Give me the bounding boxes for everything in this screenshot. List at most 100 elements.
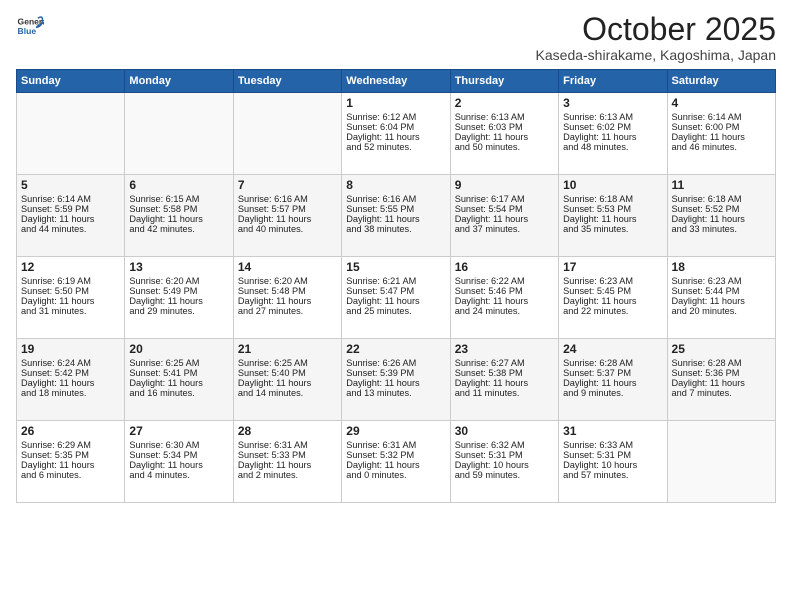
day-number: 7 [238, 178, 337, 192]
day-info-line: Daylight: 11 hours [455, 132, 554, 142]
day-info-line: and 4 minutes. [129, 470, 228, 480]
day-info-line: and 31 minutes. [21, 306, 120, 316]
day-info-line: and 35 minutes. [563, 224, 662, 234]
calendar-cell: 6Sunrise: 6:15 AMSunset: 5:58 PMDaylight… [125, 175, 233, 257]
day-info-line: Sunrise: 6:18 AM [672, 194, 771, 204]
calendar-cell: 14Sunrise: 6:20 AMSunset: 5:48 PMDayligh… [233, 257, 341, 339]
day-info-line: and 18 minutes. [21, 388, 120, 398]
day-info-line: Daylight: 11 hours [346, 296, 445, 306]
day-info-line: Daylight: 11 hours [563, 214, 662, 224]
day-info-line: Daylight: 11 hours [21, 296, 120, 306]
day-number: 13 [129, 260, 228, 274]
day-number: 2 [455, 96, 554, 110]
day-info-line: and 11 minutes. [455, 388, 554, 398]
calendar-cell: 21Sunrise: 6:25 AMSunset: 5:40 PMDayligh… [233, 339, 341, 421]
calendar-cell: 25Sunrise: 6:28 AMSunset: 5:36 PMDayligh… [667, 339, 775, 421]
day-info-line: Sunset: 6:00 PM [672, 122, 771, 132]
day-info-line: and 33 minutes. [672, 224, 771, 234]
weekday-header: Friday [559, 70, 667, 93]
day-info-line: Daylight: 11 hours [129, 460, 228, 470]
day-info-line: and 46 minutes. [672, 142, 771, 152]
day-number: 15 [346, 260, 445, 274]
day-info-line: Sunset: 5:37 PM [563, 368, 662, 378]
calendar-cell: 28Sunrise: 6:31 AMSunset: 5:33 PMDayligh… [233, 421, 341, 503]
day-info-line: and 6 minutes. [21, 470, 120, 480]
calendar-cell [125, 93, 233, 175]
calendar-cell: 31Sunrise: 6:33 AMSunset: 5:31 PMDayligh… [559, 421, 667, 503]
day-info-line: Daylight: 10 hours [563, 460, 662, 470]
day-info-line: Sunrise: 6:25 AM [129, 358, 228, 368]
day-info-line: Sunset: 6:02 PM [563, 122, 662, 132]
day-info-line: Sunset: 5:48 PM [238, 286, 337, 296]
day-info-line: Sunrise: 6:29 AM [21, 440, 120, 450]
logo: General Blue [16, 12, 44, 40]
day-number: 6 [129, 178, 228, 192]
calendar-week-row: 12Sunrise: 6:19 AMSunset: 5:50 PMDayligh… [17, 257, 776, 339]
day-number: 29 [346, 424, 445, 438]
day-info-line: Sunrise: 6:13 AM [455, 112, 554, 122]
day-info-line: Sunset: 5:35 PM [21, 450, 120, 460]
day-info-line: Sunrise: 6:25 AM [238, 358, 337, 368]
day-info-line: Sunset: 5:49 PM [129, 286, 228, 296]
calendar-cell [667, 421, 775, 503]
day-info-line: and 38 minutes. [346, 224, 445, 234]
day-info-line: Daylight: 11 hours [346, 378, 445, 388]
day-number: 9 [455, 178, 554, 192]
calendar-cell: 27Sunrise: 6:30 AMSunset: 5:34 PMDayligh… [125, 421, 233, 503]
calendar-cell: 11Sunrise: 6:18 AMSunset: 5:52 PMDayligh… [667, 175, 775, 257]
day-number: 24 [563, 342, 662, 356]
location-subtitle: Kaseda-shirakame, Kagoshima, Japan [536, 47, 776, 63]
day-info-line: Daylight: 10 hours [455, 460, 554, 470]
day-info-line: Daylight: 11 hours [129, 378, 228, 388]
day-info-line: Sunrise: 6:12 AM [346, 112, 445, 122]
title-block: October 2025 Kaseda-shirakame, Kagoshima… [536, 12, 776, 63]
day-number: 30 [455, 424, 554, 438]
calendar-cell: 18Sunrise: 6:23 AMSunset: 5:44 PMDayligh… [667, 257, 775, 339]
day-number: 3 [563, 96, 662, 110]
day-info-line: Sunset: 5:31 PM [455, 450, 554, 460]
day-info-line: Daylight: 11 hours [563, 296, 662, 306]
day-info-line: and 52 minutes. [346, 142, 445, 152]
calendar-week-row: 5Sunrise: 6:14 AMSunset: 5:59 PMDaylight… [17, 175, 776, 257]
day-info-line: Daylight: 11 hours [346, 460, 445, 470]
day-info-line: Sunrise: 6:18 AM [563, 194, 662, 204]
day-info-line: Daylight: 11 hours [672, 378, 771, 388]
header: General Blue October 2025 Kaseda-shiraka… [16, 12, 776, 63]
day-info-line: Daylight: 11 hours [21, 460, 120, 470]
calendar-cell: 16Sunrise: 6:22 AMSunset: 5:46 PMDayligh… [450, 257, 558, 339]
day-info-line: and 20 minutes. [672, 306, 771, 316]
calendar-cell: 12Sunrise: 6:19 AMSunset: 5:50 PMDayligh… [17, 257, 125, 339]
day-info-line: Sunset: 5:44 PM [672, 286, 771, 296]
day-info-line: Sunrise: 6:32 AM [455, 440, 554, 450]
weekday-header: Sunday [17, 70, 125, 93]
calendar-cell: 24Sunrise: 6:28 AMSunset: 5:37 PMDayligh… [559, 339, 667, 421]
day-info-line: Daylight: 11 hours [21, 214, 120, 224]
day-info-line: Sunrise: 6:23 AM [672, 276, 771, 286]
day-info-line: Sunset: 5:40 PM [238, 368, 337, 378]
day-info-line: and 14 minutes. [238, 388, 337, 398]
day-number: 19 [21, 342, 120, 356]
day-info-line: Daylight: 11 hours [238, 460, 337, 470]
calendar-week-row: 26Sunrise: 6:29 AMSunset: 5:35 PMDayligh… [17, 421, 776, 503]
day-info-line: Sunrise: 6:30 AM [129, 440, 228, 450]
day-info-line: and 27 minutes. [238, 306, 337, 316]
calendar-cell: 29Sunrise: 6:31 AMSunset: 5:32 PMDayligh… [342, 421, 450, 503]
day-info-line: Sunrise: 6:24 AM [21, 358, 120, 368]
weekday-header: Monday [125, 70, 233, 93]
day-info-line: Sunset: 5:59 PM [21, 204, 120, 214]
day-info-line: Daylight: 11 hours [21, 378, 120, 388]
day-info-line: Daylight: 11 hours [563, 132, 662, 142]
day-info-line: Sunset: 5:57 PM [238, 204, 337, 214]
day-info-line: Sunset: 5:53 PM [563, 204, 662, 214]
calendar-cell [233, 93, 341, 175]
calendar-cell: 23Sunrise: 6:27 AMSunset: 5:38 PMDayligh… [450, 339, 558, 421]
day-info-line: Sunrise: 6:14 AM [21, 194, 120, 204]
day-info-line: and 42 minutes. [129, 224, 228, 234]
day-info-line: Sunset: 5:39 PM [346, 368, 445, 378]
day-info-line: and 59 minutes. [455, 470, 554, 480]
day-info-line: Sunset: 5:34 PM [129, 450, 228, 460]
calendar-cell: 30 Sunrise: 6:32 AMSunset: 5:31 PMDayligh… [450, 421, 558, 503]
weekday-header-row: SundayMondayTuesdayWednesdayThursdayFrid… [17, 70, 776, 93]
day-info-line: Sunset: 5:31 PM [563, 450, 662, 460]
day-info-line: and 22 minutes. [563, 306, 662, 316]
